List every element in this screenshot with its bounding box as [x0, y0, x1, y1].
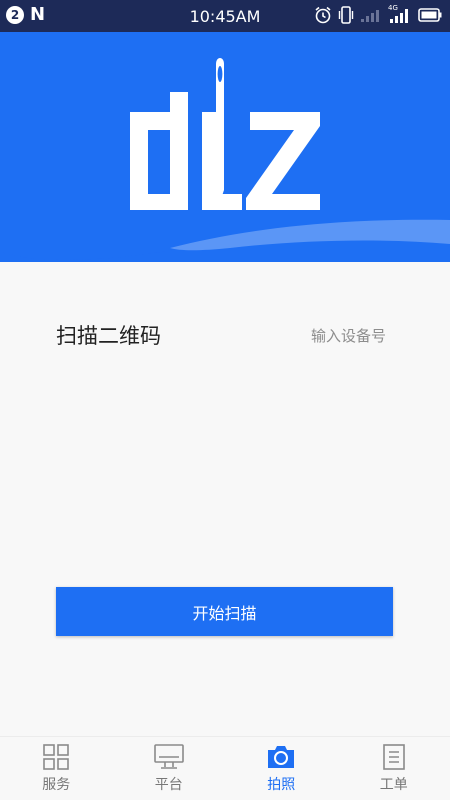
signal-weak-icon [361, 10, 379, 22]
document-icon [382, 744, 405, 770]
tab-photo-label: 拍照 [267, 777, 296, 793]
vibrate-icon [338, 6, 354, 24]
status-bar: 2 N 10:45AM 4G [0, 0, 450, 32]
tab-platform[interactable]: 平台 [113, 737, 226, 800]
signal-4g-icon: 4G [388, 4, 412, 24]
tab-platform-label: 平台 [154, 777, 183, 793]
camera-icon [268, 746, 295, 768]
grid-icon [43, 744, 70, 770]
tab-services-label: 服务 [42, 777, 71, 793]
tab-work-order[interactable]: 工单 [338, 737, 450, 800]
alarm-icon [315, 6, 331, 24]
input-device-number-link[interactable]: 输入设备号 [311, 325, 386, 346]
tab-photo[interactable]: 拍照 [225, 737, 338, 800]
monitor-icon [153, 744, 184, 769]
scan-qr-label: 扫描二维码 [56, 324, 161, 348]
scan-row: 扫描二维码 输入设备号 [56, 320, 386, 350]
header-wave [0, 210, 450, 260]
start-scan-button[interactable]: 开始扫描 [56, 587, 393, 636]
needle-logo-icon [120, 52, 330, 232]
battery-icon [418, 8, 442, 22]
status-right: 4G [314, 4, 442, 24]
bottom-tab-bar: 服务 平台 拍照 工单 [0, 736, 450, 800]
tab-services[interactable]: 服务 [0, 737, 113, 800]
tab-work-order-label: 工单 [379, 777, 408, 793]
